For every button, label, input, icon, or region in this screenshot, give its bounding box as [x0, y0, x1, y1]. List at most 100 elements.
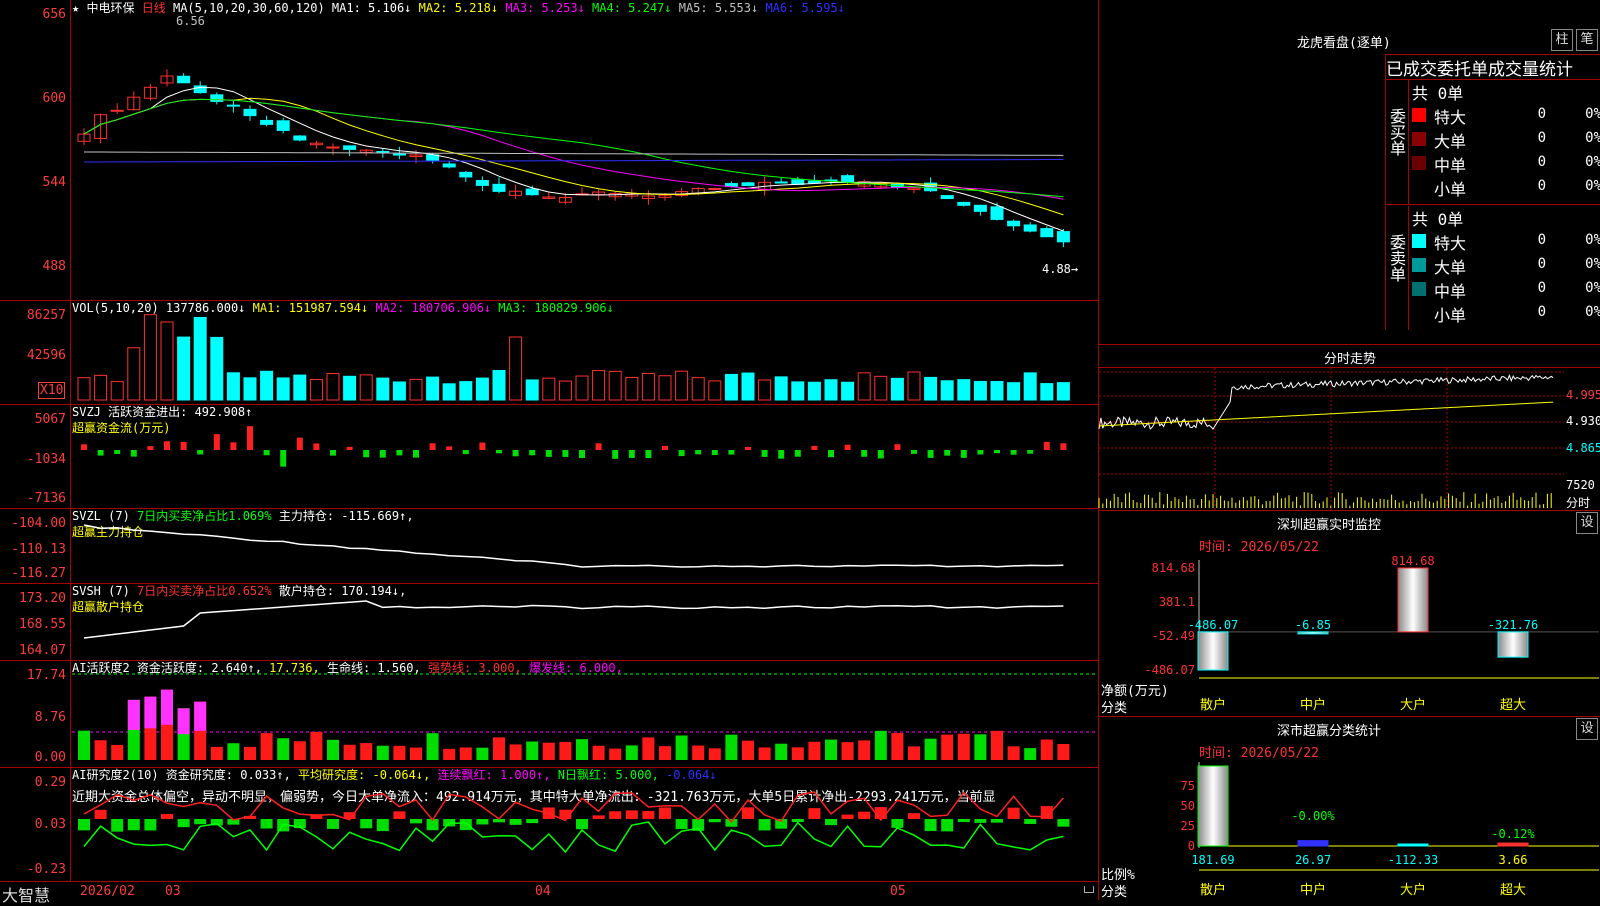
order-row-label: 特大: [1434, 234, 1467, 253]
ai-research-bar: [675, 819, 688, 830]
ai-active-bars[interactable]: [72, 660, 1098, 767]
ai-active-bar: [277, 738, 290, 760]
ai-research-bar: [891, 819, 904, 828]
price-pane[interactable]: 656 600 544 488 ★ 中电环保 日线 MA(5,10,20,30,…: [0, 0, 1098, 301]
ai-research-bar: [410, 819, 422, 824]
volume-pane[interactable]: 86257 42596 X10 VOL(5,10,20) 137786.000↓…: [0, 300, 1098, 405]
candle-body: [1007, 220, 1021, 227]
order-row-pct: 0%: [1585, 232, 1600, 248]
order-row-label: 小单: [1434, 180, 1467, 199]
volume-bar: [957, 379, 971, 401]
buy-section: 委买单 共 0单 特大 0 0% 大单 0 0% 中单 0 0% 小单 0 0%: [1385, 80, 1600, 205]
ai-active-bar: [941, 734, 954, 760]
sz-monitor-bar-chart[interactable]: 814.68381.1-52.49-486.07-486.07散户-6.85中户…: [1099, 510, 1600, 716]
volume-bar: [442, 383, 456, 401]
ai-research-pane[interactable]: 0.29 0.03 -0.23 AI研究度2(10) 资金研究度: 0.033↑…: [0, 767, 1098, 881]
ai-research-bar: [144, 819, 157, 831]
szm-value-label: 814.68: [1391, 554, 1434, 568]
volume-bar: [857, 372, 871, 401]
volume-bar: [841, 381, 855, 401]
ai-active-pane[interactable]: 17.74 8.76 0.00 AI活跃度2 资金活跃度: 2.640↑, 17…: [0, 660, 1098, 768]
svzl-y-label: -104.00: [11, 516, 66, 531]
ai-active-bar: [1057, 743, 1070, 760]
order-color-swatch: [1412, 156, 1426, 170]
szc-pct-label: -0.00%: [1291, 809, 1335, 823]
ai-research-bar: [376, 819, 389, 832]
ai-active-bar: [791, 747, 804, 760]
svzj-bar: [330, 450, 336, 456]
sz-class-panel[interactable]: 深市超赢分类统计 设 时间: 2026/05/22 比例% 分类 75 50 25 0…: [1098, 716, 1600, 900]
price-y-label: 488: [42, 259, 66, 274]
order-row-qty: 0: [1537, 178, 1546, 194]
candle-body: [475, 179, 489, 186]
szc-category-label: 大户: [1400, 882, 1426, 898]
svzj-bars[interactable]: [72, 404, 1098, 508]
svzj-bar: [197, 450, 204, 455]
ai-research-bar: [94, 809, 107, 819]
svsh-line: [83, 600, 1064, 639]
candle-body: [841, 175, 855, 183]
price-y-label: 544: [42, 175, 66, 190]
order-row: 特大 0 0%: [1412, 104, 1600, 127]
svzj-bar: [595, 443, 602, 450]
ai-research-bar: [974, 819, 987, 823]
szc-value-label: 3.66: [1499, 853, 1528, 867]
ai-active-bar: [1024, 748, 1037, 760]
ai-active-bar: [459, 747, 472, 760]
volume-bar: [1023, 372, 1037, 401]
ai-active-top: [127, 699, 140, 730]
svzl-pane[interactable]: -104.00 -110.13 -116.27 SVZL (7) 7日内买卖净占…: [0, 508, 1098, 584]
volume-bar: [907, 371, 921, 401]
candle-body: [1023, 224, 1037, 232]
ma6-line: [84, 159, 1064, 163]
candle-body: [459, 171, 473, 178]
svzj-bar: [147, 446, 154, 450]
date-axis: 大智慧 2026/02 03 04 05: [0, 881, 1098, 905]
volume-bar: [641, 372, 655, 401]
ai-active-bar: [908, 746, 920, 760]
ai-active-bar: [111, 744, 124, 760]
volume-bar: [475, 377, 489, 401]
ai-research-bar: [592, 815, 605, 819]
svzl-y-label: -116.27: [11, 566, 66, 581]
candle-body: [940, 195, 954, 200]
svzl-y-label: -110.13: [11, 542, 66, 557]
szm-value-label: -321.76: [1488, 618, 1539, 632]
candlestick-chart[interactable]: [72, 0, 1098, 300]
candle-body: [276, 120, 290, 131]
svzj-bar: [911, 450, 917, 454]
ai-active-bar: [227, 743, 240, 760]
intraday-panel[interactable]: 分时走势 4.995 4.930 4.865 7520 分时: [1098, 344, 1600, 511]
ai-research-bar: [360, 819, 373, 829]
candle-body: [741, 182, 755, 187]
bar-view-button[interactable]: 柱: [1551, 29, 1573, 51]
order-color-swatch: [1412, 234, 1426, 248]
volume-bar: [409, 378, 423, 401]
volume-bar: [625, 376, 639, 401]
pen-view-button[interactable]: 笔: [1576, 29, 1598, 51]
svsh-y-label: 164.07: [19, 643, 66, 658]
ai-research-bars[interactable]: [72, 767, 1098, 881]
ai-active-bar: [974, 734, 987, 760]
sz-monitor-panel[interactable]: 深圳超赢实时监控 设 时间: 2026/05/22 净额(万元) 分类 814.…: [1098, 510, 1600, 717]
sz-class-bar-chart[interactable]: 75 50 25 0181.69 散户 26.97 中户 -112.33 大户 3.66 超大 -0.…: [1099, 716, 1600, 900]
volume-bar: [592, 370, 606, 401]
volume-bars[interactable]: [72, 300, 1098, 404]
svsh-line[interactable]: [72, 583, 1098, 660]
svzj-bar: [263, 450, 270, 456]
order-color-swatch: [1412, 108, 1426, 122]
sell-total: 共 0单: [1412, 210, 1464, 229]
svsh-pane[interactable]: 173.20 168.55 164.07 SVSH (7) 7日内买卖净占比0.…: [0, 583, 1098, 661]
lock-icon[interactable]: [1084, 886, 1094, 893]
svzj-pane[interactable]: 5067 -1034 -7136 SVZJ 活跃资金进出: 492.908↑ 超…: [0, 404, 1098, 509]
svzj-bar: [678, 450, 685, 457]
svzj-bar: [512, 450, 519, 457]
date-label: 03: [165, 884, 181, 899]
intraday-chart[interactable]: [1098, 344, 1564, 510]
svzl-line[interactable]: [72, 508, 1098, 583]
ai-active-bar: [559, 741, 572, 760]
svzj-bar: [894, 444, 901, 450]
candle-body: [293, 135, 307, 141]
svzj-bar: [562, 450, 569, 457]
candle-body: [260, 119, 274, 125]
